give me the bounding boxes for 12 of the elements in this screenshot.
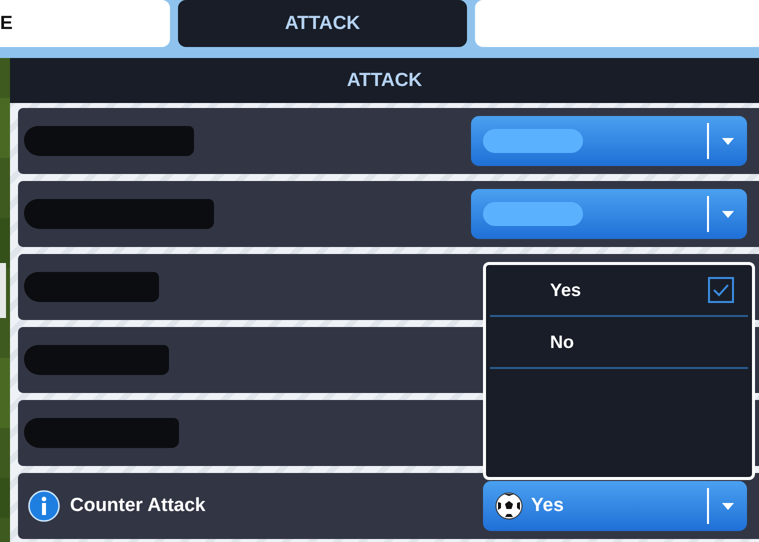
checkbox-icon: [708, 277, 734, 303]
menu-option[interactable]: No: [490, 317, 748, 369]
dropdown[interactable]: Yes: [483, 481, 747, 531]
dropdown[interactable]: [471, 116, 747, 166]
tab[interactable]: E: [0, 0, 170, 47]
menu-option[interactable]: Yes: [490, 265, 748, 317]
panel-title: ATTACK: [10, 58, 759, 103]
dropdown[interactable]: [471, 189, 747, 239]
soccer-ball-icon: [495, 492, 523, 520]
tab[interactable]: ATTACK: [178, 0, 467, 47]
setting-label: Counter Attack: [70, 495, 206, 517]
info-icon[interactable]: [28, 490, 60, 522]
